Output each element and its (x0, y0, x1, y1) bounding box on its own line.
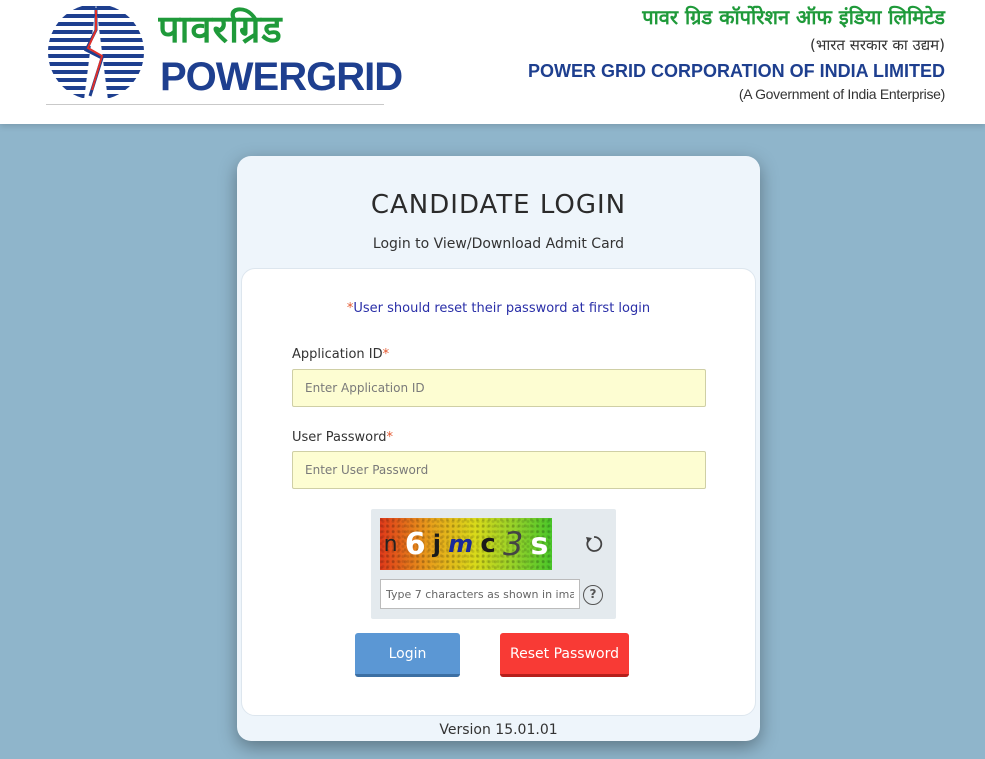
login-form: * User should reset their password at fir… (241, 268, 756, 716)
logo-divider (46, 104, 384, 105)
corporation-name-hindi: पावर ग्रिड कॉर्पोरेशन ऑफ इंडिया लिमिटेड (642, 5, 945, 29)
application-id-required-mark: * (382, 347, 390, 362)
reset-notice: *User should reset their password at fir… (242, 301, 755, 316)
captcha-characters: n 6 j m c 3 s (380, 518, 552, 570)
help-icon[interactable]: ? (583, 585, 603, 605)
page-subtitle: Login to View/Download Admit Card (372, 236, 625, 252)
corporation-subtitle-english: (A Government of India Enterprise) (738, 86, 945, 102)
version-text: Version 15.01.01 (439, 722, 558, 738)
captcha-char: n (383, 531, 398, 557)
application-id-input[interactable] (292, 369, 706, 407)
captcha-char: 3 (502, 525, 524, 563)
logo-hindi-text: पावरग्रिड (158, 7, 283, 51)
captcha-char: s (530, 526, 549, 562)
powergrid-logo: पावरग्रिड POWERGRID (46, 0, 403, 108)
captcha-char: j (432, 530, 441, 558)
login-card: CANDIDATE LOGIN Login to View/Download A… (237, 156, 760, 741)
site-header: पावरग्रिड POWERGRID पावर ग्रिड कॉर्पोरेश… (0, 0, 985, 124)
application-id-label-text: Application ID (292, 347, 383, 362)
reset-password-button[interactable]: Reset Password (500, 633, 629, 677)
corporation-subtitle-hindi: (भारत सरकार का उद्यम) (810, 36, 945, 54)
captcha-char: m (448, 530, 474, 558)
notice-text: User should reset their password at firs… (353, 301, 651, 316)
corporation-name-english: POWER GRID CORPORATION OF INDIA LIMITED (528, 61, 945, 81)
captcha-panel: n 6 j m c 3 s ? (371, 509, 616, 619)
corporation-name-block: पावर ग्रिड कॉर्पोरेशन ऑफ इंडिया लिमिटेड … (475, 2, 945, 104)
logo-english-text: POWERGRID (160, 55, 403, 99)
captcha-char: 6 (404, 526, 426, 562)
captcha-input[interactable] (380, 579, 580, 609)
refresh-icon[interactable] (583, 533, 605, 555)
powergrid-emblem-icon (48, 4, 144, 100)
password-input[interactable] (292, 451, 706, 489)
password-required-mark: * (386, 430, 394, 445)
page-title: CANDIDATE LOGIN (370, 190, 627, 220)
application-id-label: Application ID* (292, 347, 389, 362)
captcha-char: c (480, 529, 496, 559)
password-label-text: User Password (292, 430, 387, 445)
captcha-image: n 6 j m c 3 s (380, 518, 552, 570)
login-button[interactable]: Login (355, 633, 460, 677)
password-label: User Password* (292, 430, 393, 445)
